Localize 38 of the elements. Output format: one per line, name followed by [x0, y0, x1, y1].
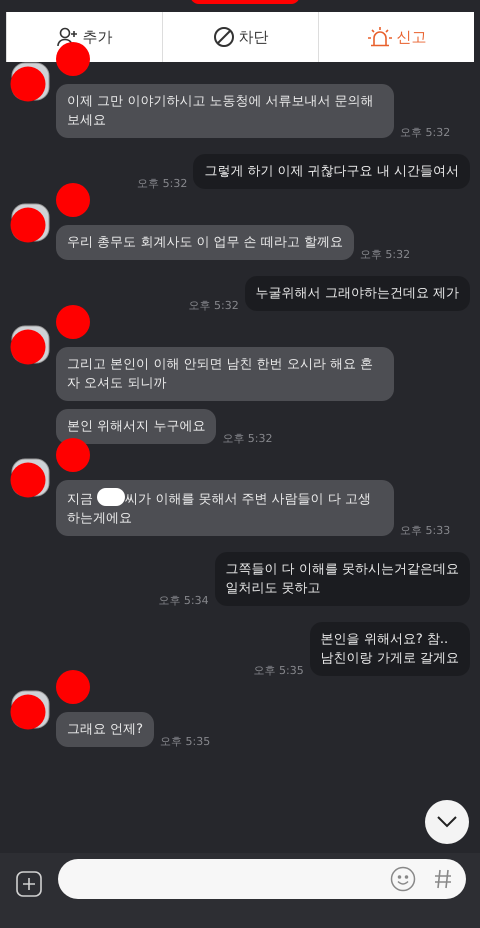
hashtag-icon[interactable] [434, 869, 452, 889]
redaction-mark [56, 305, 90, 339]
message-time: 오후 5:33 [400, 523, 450, 538]
redacted-avatar[interactable] [10, 690, 50, 730]
redaction-mark [56, 670, 90, 704]
message-bubble: 그렇게 하기 이제 귀찮다구요 내 시간들여서 [193, 154, 470, 189]
message-bubble: 그래요 언제? [56, 712, 154, 747]
message-time: 오후 5:35 [254, 663, 304, 678]
message-bubble: 그쪽들이 다 이해를 못하시는거같은데요 일처리도 못하고 [214, 552, 470, 606]
message-time: 오후 5:35 [160, 734, 210, 749]
message-bubble: 본인을 위해서요? 참.. 남친이랑 가게로 갈게요 [310, 622, 470, 676]
redacted-avatar[interactable] [10, 62, 50, 102]
redaction-mark [56, 183, 90, 217]
redacted-avatar[interactable] [10, 203, 50, 243]
message-bubble: 지금 씨가 이해를 못해서 주변 사람들이 다 고생하는게에요 [56, 480, 394, 536]
message-bubble: 우리 총무도 회계사도 이 업무 손 떼라고 할께요 [56, 225, 354, 260]
add-icon[interactable] [16, 871, 42, 897]
message-time: 오후 5:32 [400, 125, 450, 140]
redacted-avatar[interactable] [10, 325, 50, 365]
redaction-mark [97, 488, 126, 506]
emoji-icon[interactable] [390, 866, 416, 892]
scroll-down-button[interactable] [425, 800, 469, 844]
message-bubble: 본인 위해서지 누구에요 [56, 409, 216, 444]
message-input[interactable] [58, 859, 466, 899]
message-time: 오후 5:34 [158, 593, 209, 608]
siren-icon [366, 26, 392, 48]
add-friend-icon [56, 26, 78, 48]
message-bubble: 이제 그만 이야기하시고 노동청에 서류보내서 문의해보세요 [56, 84, 394, 138]
redacted-avatar[interactable] [10, 458, 50, 498]
message-time: 오후 5:32 [188, 298, 239, 313]
chevron-down-icon [437, 816, 457, 828]
message-time: 오후 5:32 [137, 176, 188, 191]
message-bubble: 그리고 본인이 이해 안되면 남친 한번 오시라 해요 혼자 오셔도 되니까 [56, 347, 394, 401]
block-icon [212, 26, 234, 48]
message-bubble: 누굴위해서 그래야하는건데요 제가 [244, 276, 470, 311]
message-time: 오후 5:32 [360, 247, 410, 262]
message-time: 오후 5:32 [222, 431, 272, 446]
redaction-mark [56, 438, 90, 472]
